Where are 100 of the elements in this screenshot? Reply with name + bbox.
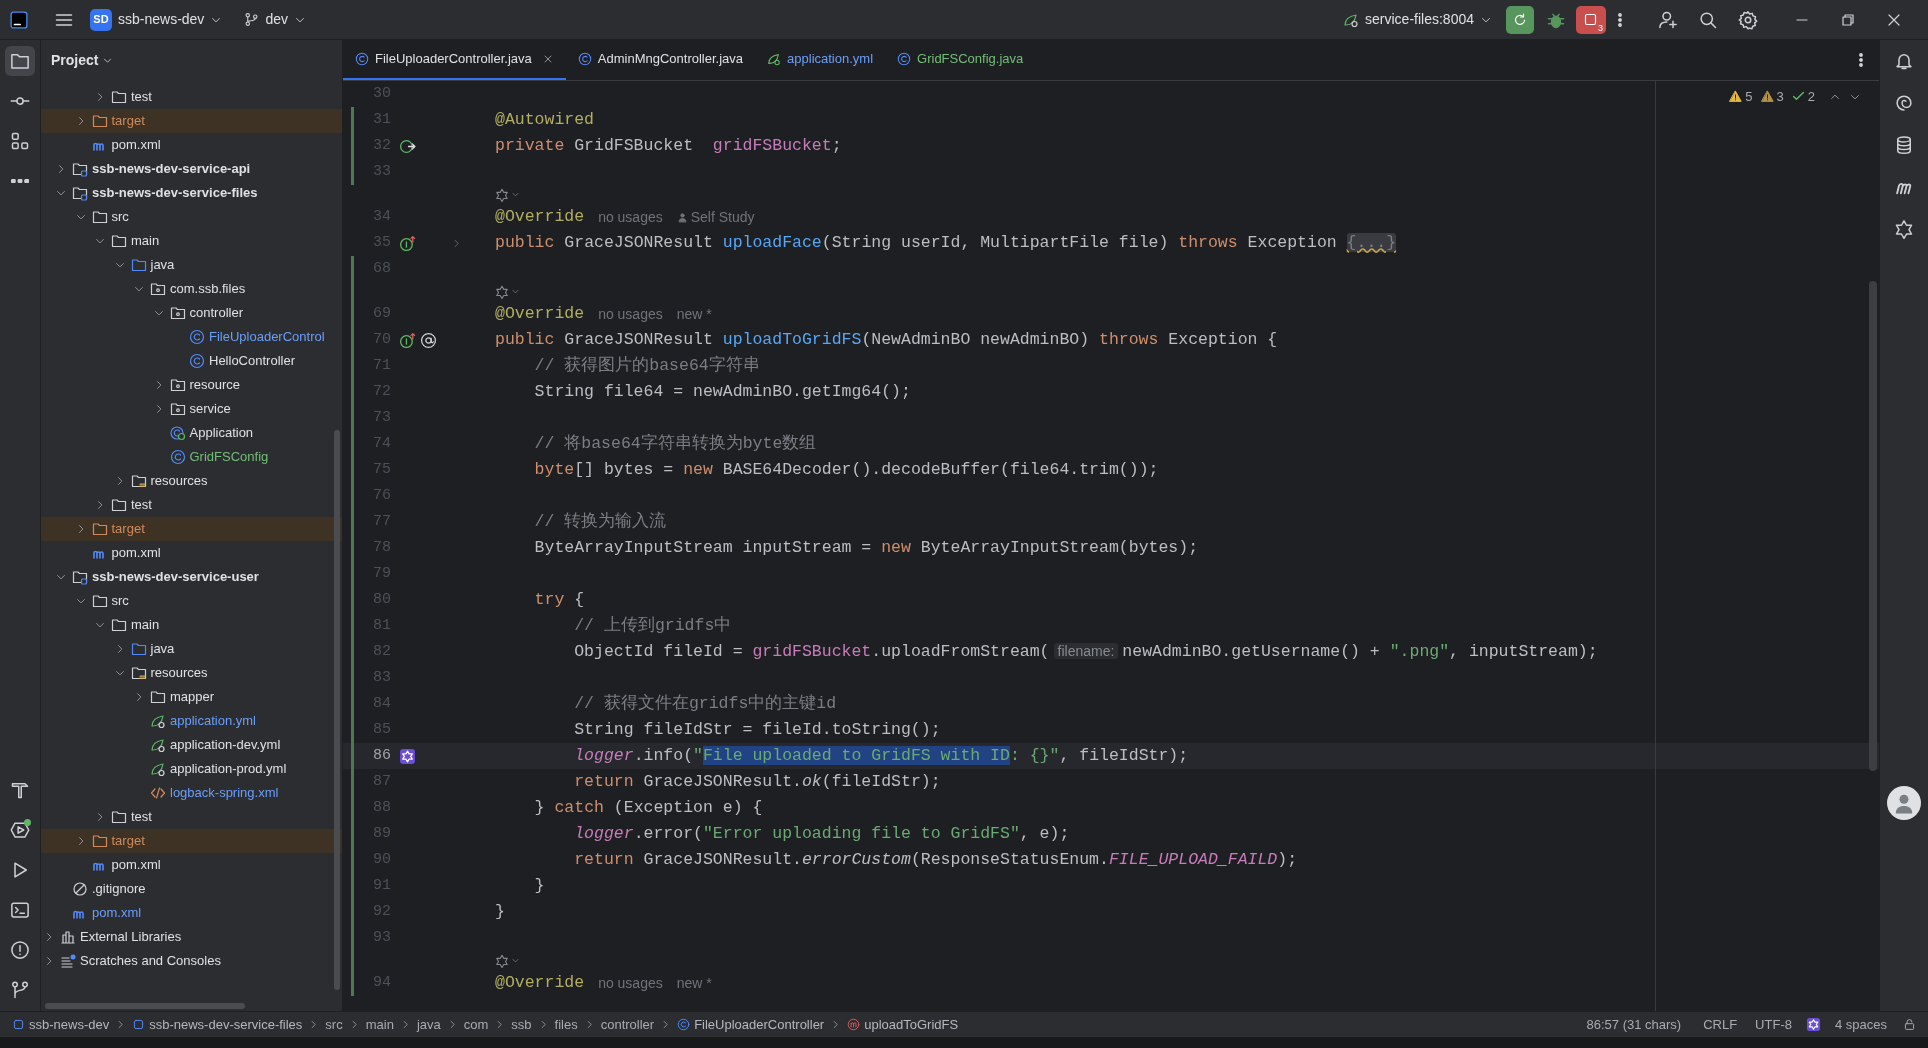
tree-item-label[interactable]: logback-spring.xml bbox=[170, 783, 279, 803]
tree-item-label[interactable]: GridFSConfig bbox=[189, 447, 269, 467]
ai-assistant-icon[interactable] bbox=[1805, 1017, 1821, 1032]
folder-icon bbox=[111, 617, 127, 633]
tree-item-label[interactable]: application-prod.yml bbox=[170, 759, 287, 779]
breadcrumb-item[interactable]: uploadToGridFS bbox=[847, 1014, 959, 1035]
tree-item-label[interactable]: target bbox=[111, 519, 145, 539]
breadcrumb-item[interactable]: ssb bbox=[511, 1014, 532, 1035]
tree-item-label[interactable]: test bbox=[131, 807, 152, 827]
breadcrumb-item[interactable]: ssb-news-dev bbox=[12, 1014, 110, 1035]
excluded-folder-row[interactable]: target bbox=[41, 829, 342, 853]
breadcrumb-item[interactable]: files bbox=[554, 1014, 578, 1035]
tree-item-label[interactable]: test bbox=[131, 87, 152, 107]
tree-item-label[interactable]: FileUploaderControl bbox=[209, 327, 325, 347]
tree-item-label[interactable]: .gitignore bbox=[92, 879, 146, 899]
class-icon bbox=[189, 329, 205, 345]
count-label: 3 bbox=[1598, 23, 1603, 33]
rerun-button[interactable] bbox=[1506, 5, 1534, 34]
add-user-icon[interactable] bbox=[1658, 9, 1678, 30]
tree-item-label[interactable]: java bbox=[150, 255, 175, 275]
more-vertical-icon[interactable] bbox=[1859, 53, 1863, 67]
package-icon bbox=[169, 305, 186, 321]
tree-item-label[interactable]: ssb-news-dev-service-files bbox=[92, 183, 258, 203]
tree-item-label[interactable]: src bbox=[111, 591, 129, 611]
tree-item-label[interactable]: resources bbox=[150, 471, 208, 491]
excluded-folder-row[interactable]: target bbox=[41, 517, 342, 541]
tree-item-label[interactable]: main bbox=[131, 231, 160, 251]
project-selector[interactable]: SD ssb-news-dev bbox=[86, 5, 227, 34]
at-sign-icon[interactable] bbox=[420, 331, 437, 349]
tree-item-label[interactable]: application.yml bbox=[170, 711, 256, 731]
tree-item-label[interactable]: mapper bbox=[170, 687, 215, 707]
method-icon bbox=[847, 1018, 861, 1031]
tree-item-label[interactable]: com.ssb.files bbox=[170, 279, 246, 299]
stop-button[interactable]: 3 bbox=[1576, 5, 1606, 34]
tree-item-label[interactable]: resources bbox=[150, 663, 208, 683]
branch-selector[interactable]: dev bbox=[240, 5, 310, 34]
tree-item-label[interactable]: target bbox=[111, 831, 145, 851]
avatar[interactable] bbox=[1887, 786, 1921, 820]
tree-item-label[interactable]: test bbox=[131, 495, 152, 515]
tree-item-label[interactable]: service bbox=[189, 399, 231, 419]
ai-actions-button[interactable] bbox=[495, 284, 520, 299]
code-line: @Override bbox=[495, 971, 585, 994]
tree-item-label[interactable]: ssb-news-dev-service-user bbox=[92, 567, 259, 587]
indent-setting[interactable]: 4 spaces bbox=[1834, 1014, 1887, 1035]
horizontal-scrollbar[interactable] bbox=[45, 1003, 245, 1009]
search-icon[interactable] bbox=[1698, 9, 1718, 30]
bean-icon[interactable] bbox=[399, 137, 416, 155]
breadcrumb-item[interactable]: java bbox=[416, 1014, 441, 1035]
tree-item-label[interactable]: java bbox=[150, 639, 175, 659]
tree-item-label[interactable]: pom.xml bbox=[111, 855, 161, 875]
caret-position[interactable]: 86:57 (31 chars) bbox=[1586, 1014, 1682, 1035]
editor-tab[interactable]: AdminMngController.java bbox=[565, 40, 756, 80]
editor-tab[interactable]: GridFSConfig.java bbox=[885, 40, 1036, 80]
ai-actions-button[interactable] bbox=[495, 187, 520, 202]
tree-item-label[interactable]: ssb-news-dev-service-api bbox=[92, 159, 251, 179]
scrollbar-thumb[interactable] bbox=[1869, 281, 1877, 771]
settings-icon[interactable] bbox=[1738, 9, 1758, 30]
breadcrumb-item[interactable]: com bbox=[463, 1014, 489, 1035]
tree-item-label[interactable]: Scratches and Consoles bbox=[80, 951, 221, 971]
tool-window-button[interactable] bbox=[5, 46, 35, 76]
problems-icon bbox=[10, 940, 30, 960]
breadcrumb-item[interactable]: src bbox=[325, 1014, 343, 1035]
inlay-hint: new * bbox=[676, 973, 712, 993]
leaf-icon bbox=[150, 761, 166, 777]
tree-item-label[interactable]: resource bbox=[189, 375, 241, 395]
project-name: ssb-news-dev bbox=[118, 10, 205, 29]
lock-icon[interactable] bbox=[1903, 1018, 1916, 1031]
tab-label: AdminMngController.java bbox=[597, 50, 744, 69]
more-vertical-icon[interactable] bbox=[1618, 11, 1622, 28]
tree-item-label[interactable]: HelloController bbox=[209, 351, 295, 371]
tree-item-label[interactable]: Application bbox=[189, 423, 254, 443]
breadcrumb-item[interactable]: controller bbox=[600, 1014, 655, 1035]
code-line: try { bbox=[533, 588, 585, 611]
ai-actions-button[interactable] bbox=[495, 953, 520, 968]
branch-icon bbox=[244, 12, 260, 27]
tree-item-label[interactable]: target bbox=[111, 111, 145, 131]
breadcrumb-item[interactable]: ssb-news-dev-service-files bbox=[132, 1014, 303, 1035]
tree-item-label[interactable]: pom.xml bbox=[92, 903, 142, 923]
tree-item-label[interactable]: application-dev.yml bbox=[170, 735, 281, 755]
excluded-folder-row[interactable]: target bbox=[41, 109, 342, 133]
app-logo-icon[interactable] bbox=[10, 10, 28, 29]
tree-item-label[interactable]: main bbox=[131, 615, 160, 635]
ai-assistant-icon[interactable] bbox=[399, 747, 416, 765]
tree-item-label[interactable]: src bbox=[111, 207, 129, 227]
tree-item-label[interactable]: pom.xml bbox=[111, 543, 161, 563]
file-encoding[interactable]: UTF-8 bbox=[1755, 1014, 1792, 1035]
breadcrumb-item[interactable]: main bbox=[365, 1014, 394, 1035]
tree-item-label[interactable]: pom.xml bbox=[111, 135, 161, 155]
line-separator[interactable]: CRLF bbox=[1703, 1014, 1738, 1035]
implementation-icon[interactable] bbox=[399, 331, 416, 349]
tree-item-label[interactable]: controller bbox=[189, 303, 243, 323]
run-configuration-selector[interactable]: service-files:8004 bbox=[1339, 5, 1496, 34]
restore-icon[interactable] bbox=[1840, 11, 1856, 28]
implementation-icon[interactable] bbox=[399, 234, 416, 252]
editor-tab[interactable]: application.yml bbox=[755, 40, 886, 80]
tree-item-label[interactable]: External Libraries bbox=[80, 927, 182, 947]
code-line: // 转换为输入流 bbox=[533, 510, 667, 533]
breadcrumb-item[interactable]: FileUploaderController bbox=[677, 1014, 825, 1035]
vertical-scrollbar[interactable] bbox=[334, 430, 340, 990]
rerun-icon bbox=[1512, 11, 1528, 28]
